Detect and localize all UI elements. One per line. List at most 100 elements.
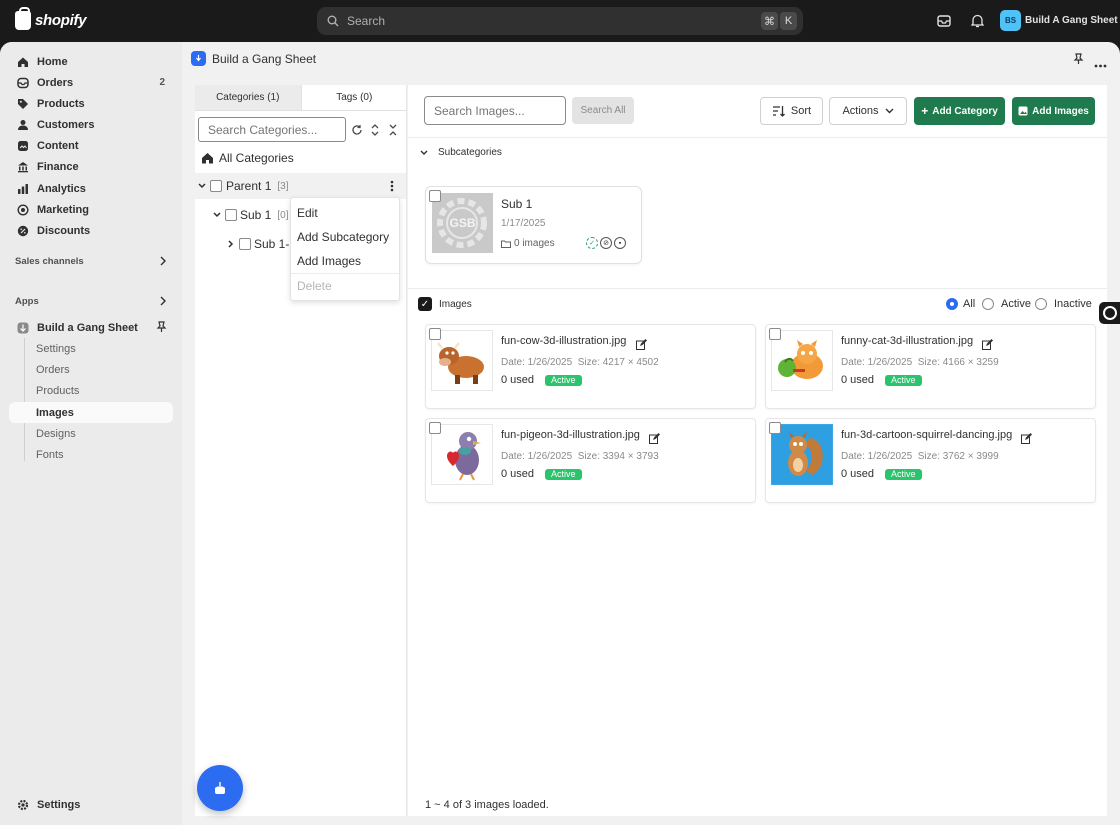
subcategories-toggle[interactable]: Subcategories [420,147,502,158]
tab-tags[interactable]: Tags (0) [302,85,408,110]
nav-discounts[interactable]: Discounts [9,220,173,241]
image-filename: funny-cat-3d-illustration.jpg [841,335,974,347]
app-logo-icon [215,782,225,794]
activate-icon[interactable]: ✓ [586,237,598,249]
subcategories-label: Subcategories [438,147,502,158]
app-sub-fonts[interactable]: Fonts [9,444,173,465]
nav-home[interactable]: Home [9,51,173,72]
delete-icon[interactable]: ▪ [614,237,626,249]
all-categories-label: All Categories [219,151,294,165]
image-card[interactable]: fun-pigeon-3d-illustration.jpg Date: 1/2… [425,418,756,503]
more-options-icon[interactable] [1094,57,1107,71]
tree-row-sub[interactable]: Sub 1 [0] [213,202,288,228]
image-icon [1018,106,1028,116]
menu-add-images[interactable]: Add Images [297,254,361,268]
nav-settings[interactable]: Settings [9,794,173,815]
collapse-all-icon[interactable] [386,123,399,136]
image-meta: Date: 1/26/2025 Size: 3762 × 3999 [841,451,999,462]
images-select-all[interactable]: ✓ Images [418,297,472,311]
category-search-input[interactable] [198,117,346,142]
home-icon [201,152,214,164]
nav-marketing[interactable]: Marketing [9,199,173,220]
store-menu[interactable]: BS Build A Gang Sheet [1000,10,1118,31]
category-checkbox[interactable] [225,209,237,221]
image-checkbox[interactable] [429,422,441,434]
orders-icon [16,76,29,89]
target-icon [16,203,29,216]
category-checkbox[interactable] [239,238,251,250]
app-sub-settings[interactable]: Settings [9,338,173,359]
sort-icon [772,106,785,117]
sort-button[interactable]: Sort [760,97,823,125]
add-category-button[interactable]: + Add Category [914,97,1005,125]
apps-section[interactable]: Apps [15,296,175,307]
expand-all-icon[interactable] [368,123,381,136]
app-sub-designs[interactable]: Designs [9,423,173,444]
nav-label: Finance [37,160,79,173]
filter-inactive-radio[interactable]: Inactive [1035,298,1092,310]
select-all-checkbox[interactable]: ✓ [418,297,432,311]
image-used-count: 0 used [501,374,535,386]
add-images-button[interactable]: Add Images [1012,97,1095,125]
image-card[interactable]: fun-cow-3d-illustration.jpg Date: 1/26/2… [425,324,756,409]
tab-categories[interactable]: Categories (1) [195,85,302,110]
bell-icon[interactable] [969,13,985,29]
app-sub-products[interactable]: Products [9,380,173,401]
nav-label: Content [37,139,79,152]
deactivate-icon[interactable]: ⊘ [600,237,612,249]
nav-content[interactable]: Content [9,135,173,156]
chevron-down-icon[interactable] [213,212,221,218]
kebab-menu-icon[interactable] [390,180,394,195]
search-placeholder: Search [347,14,386,28]
thumbnail-text: GSB [449,216,476,230]
sales-channels-section[interactable]: Sales channels [15,256,175,267]
shopify-logo[interactable]: shopify [15,7,87,30]
floating-help-button[interactable] [197,765,243,811]
edit-icon[interactable] [982,339,993,350]
image-checkbox[interactable] [769,328,781,340]
global-search[interactable]: Search ⌘ K [317,7,803,35]
image-card[interactable]: fun-3d-cartoon-squirrel-dancing.jpg Date… [765,418,1096,503]
tree-row-parent[interactable]: Parent 1 [3] [195,173,406,199]
nav-analytics[interactable]: Analytics [9,178,173,199]
menu-add-subcategory[interactable]: Add Subcategory [297,230,389,244]
app-title-bar: Build a Gang Sheet [182,42,1120,76]
subcategory-checkbox[interactable] [429,190,441,202]
radio [982,298,994,310]
tree-row-subsub[interactable]: Sub 1-1 [228,231,296,257]
chevron-right-icon [159,296,167,309]
image-card[interactable]: funny-cat-3d-illustration.jpg Date: 1/26… [765,324,1096,409]
nav-products[interactable]: Products [9,93,173,114]
chevron-right-icon[interactable] [228,240,234,248]
pin-icon[interactable] [1073,53,1084,68]
nav-app-build-a-gang-sheet[interactable]: Build a Gang Sheet [9,317,173,338]
edit-icon[interactable] [1021,433,1032,444]
image-search-input[interactable] [424,96,566,125]
image-used-count: 0 used [501,468,535,480]
nav-finance[interactable]: Finance [9,156,173,177]
nav-orders[interactable]: Orders 2 [9,72,173,93]
edit-icon[interactable] [649,433,660,444]
actions-button[interactable]: Actions [829,97,907,125]
nav-label: Orders [37,76,74,89]
image-checkbox[interactable] [769,422,781,434]
filter-all-radio[interactable]: All [946,298,975,310]
app-sub-orders[interactable]: Orders [9,359,173,380]
images-panel: Search All Sort Actions + Add Category A… [408,85,1107,816]
search-all-button[interactable]: Search All [572,97,634,124]
image-meta: Date: 1/26/2025 Size: 4166 × 3259 [841,357,999,368]
nav-customers[interactable]: Customers [9,114,173,135]
pin-icon[interactable] [156,321,167,336]
app-sub-images[interactable]: Images [9,402,173,423]
side-panel-toggle[interactable] [1099,302,1120,324]
store-inbox-icon[interactable] [936,13,952,29]
filter-active-radio[interactable]: Active [982,298,1031,310]
edit-icon[interactable] [636,339,647,350]
tree-all-categories[interactable]: All Categories [201,145,294,171]
menu-edit[interactable]: Edit [297,206,318,220]
chevron-down-icon[interactable] [198,183,206,189]
refresh-icon[interactable] [350,123,363,136]
category-checkbox[interactable] [210,180,222,192]
image-checkbox[interactable] [429,328,441,340]
subcategory-card[interactable]: GSB Sub 1 1/17/2025 0 images ✓ ⊘ ▪ [425,186,642,264]
